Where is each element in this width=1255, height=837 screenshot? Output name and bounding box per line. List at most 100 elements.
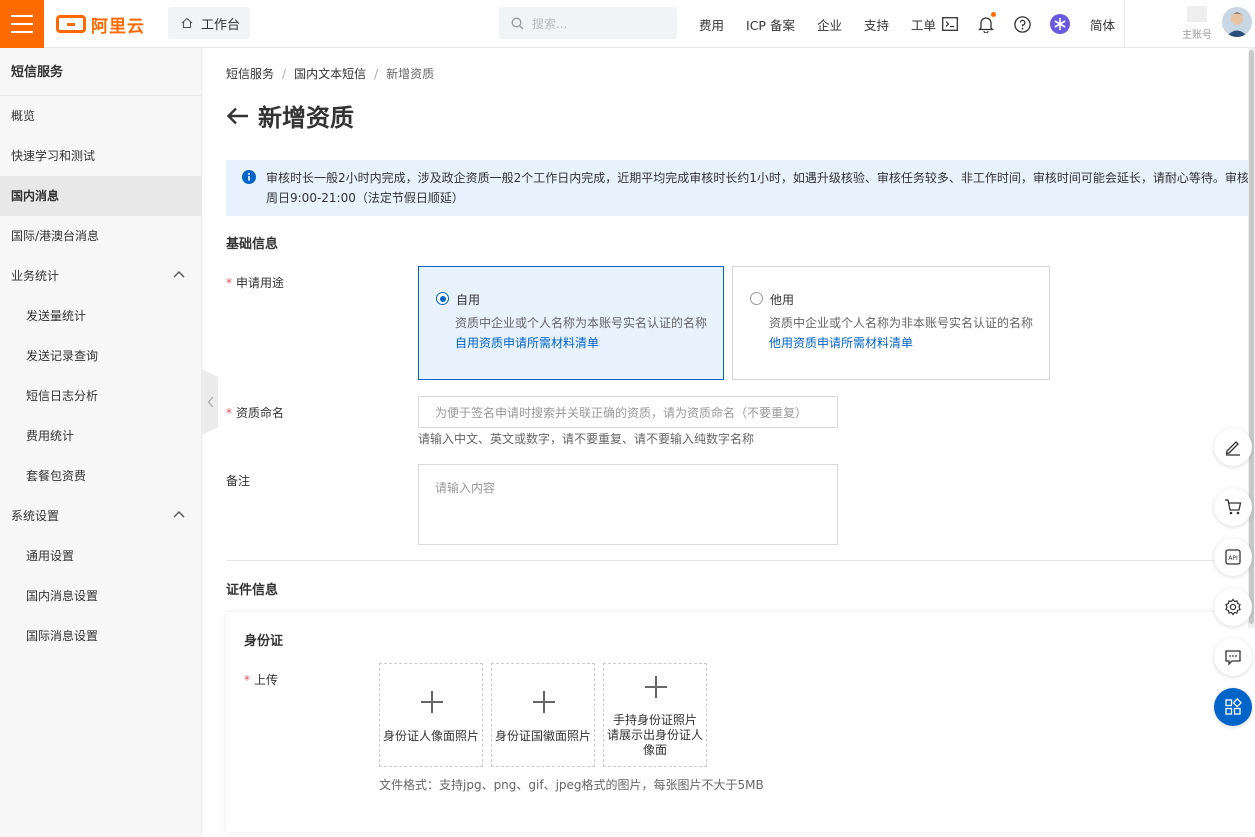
qualification-name-input[interactable]: 为便于签名申请时搜索并关联正确的资质，请为资质命名（不要重复）	[418, 396, 838, 428]
sidebar-item-general-settings[interactable]: 通用设置	[0, 536, 201, 576]
sidebar-item-log-analysis[interactable]: 短信日志分析	[0, 376, 201, 416]
name-label: * 资质命名	[226, 404, 284, 421]
workbench-label: 工作台	[201, 17, 241, 33]
breadcrumb-domestic-text[interactable]: 国内文本短信	[294, 65, 366, 82]
breadcrumb-separator: /	[374, 66, 379, 81]
language-switch[interactable]: 简体	[1090, 15, 1115, 34]
apps-icon[interactable]	[1214, 688, 1252, 726]
radio-other-use[interactable]	[750, 292, 763, 305]
other-use-materials-link[interactable]: 他用资质申请所需材料清单	[769, 334, 913, 351]
sidebar-item-international[interactable]: 国际/港澳台消息	[0, 216, 201, 256]
sidebar-item-domestic-settings[interactable]: 国内消息设置	[0, 576, 201, 616]
upload-id-back[interactable]: 身份证国徽面照片	[491, 663, 595, 767]
scrollbar-thumb[interactable]	[1249, 50, 1254, 624]
chat-icon[interactable]	[1214, 638, 1252, 676]
option-desc: 资质中企业或个人名称为非本账号实名认证的名称	[769, 316, 1034, 330]
search-input[interactable]: 搜索...	[499, 7, 677, 39]
remark-textarea[interactable]: 请输入内容	[418, 464, 838, 545]
edit-icon[interactable]	[1214, 428, 1252, 466]
section-title-cert: 证件信息	[226, 583, 279, 598]
info-notice: 审核时长一般2小时内完成，涉及政企资质一般2个工作日内完成，近期平均完成审核时长…	[226, 160, 1255, 216]
sidebar: 短信服务 概览 快速学习和测试 国内消息 国际/港澳台消息 业务统计 发送量统计…	[0, 48, 202, 837]
account-label[interactable]: 主账号	[1182, 26, 1212, 41]
bell-icon[interactable]	[976, 12, 996, 34]
workbench-button[interactable]: 工作台	[168, 7, 250, 39]
sidebar-item-label: 概览	[11, 109, 36, 123]
sidebar-item-label: 系统设置	[11, 509, 60, 523]
back-arrow-icon[interactable]	[226, 106, 250, 126]
nav-fee[interactable]: 费用	[699, 15, 724, 34]
cart-icon[interactable]	[1214, 488, 1252, 526]
section-title-basic: 基础信息	[226, 237, 279, 252]
gear-icon[interactable]	[1214, 588, 1252, 626]
api-icon[interactable]: API	[1214, 538, 1252, 576]
top-bar: 阿里云 工作台 搜索... 费用 ICP 备案 企业 支持 工单 简体 主账号	[0, 0, 1255, 48]
remark-placeholder: 请输入内容	[435, 481, 496, 495]
notification-dot	[991, 12, 996, 17]
section-divider	[226, 560, 1255, 561]
home-icon	[181, 17, 193, 29]
svg-text:API: API	[1228, 555, 1238, 562]
sidebar-item-quickstart[interactable]: 快速学习和测试	[0, 136, 201, 176]
terminal-icon[interactable]	[940, 14, 960, 34]
upload-caption: 身份证人像面照片	[382, 729, 479, 743]
breadcrumb-separator: /	[282, 66, 287, 81]
divider	[1124, 0, 1125, 48]
scrollbar[interactable]	[1248, 48, 1255, 628]
avatar[interactable]	[1222, 7, 1252, 37]
help-icon[interactable]	[1012, 14, 1032, 34]
chevron-up-icon	[173, 511, 185, 518]
self-use-materials-link[interactable]: 自用资质申请所需材料清单	[455, 334, 599, 351]
nav-icp[interactable]: ICP 备案	[746, 15, 795, 34]
sidebar-item-label: 发送量统计	[26, 309, 87, 323]
sidebar-item-label: 通用设置	[26, 549, 75, 563]
sidebar-group-statistics[interactable]: 业务统计	[0, 256, 201, 296]
sidebar-item-label: 套餐包资费	[26, 469, 87, 483]
logo-text: 阿里云	[91, 16, 145, 37]
sidebar-item-cost-stats[interactable]: 费用统计	[0, 416, 201, 456]
nav-ticket[interactable]: 工单	[911, 15, 936, 34]
sidebar-item-label: 费用统计	[26, 429, 75, 443]
option-title: 他用	[770, 293, 795, 307]
upload-label-text: 上传	[254, 673, 279, 687]
sidebar-item-send-volume[interactable]: 发送量统计	[0, 296, 201, 336]
nav-support[interactable]: 支持	[864, 15, 889, 34]
notice-text: 审核时长一般2小时内完成，涉及政企资质一般2个工作日内完成，近期平均完成审核时长…	[266, 168, 1255, 208]
upload-id-front[interactable]: 身份证人像面照片	[379, 663, 483, 767]
option-title: 自用	[456, 293, 481, 307]
notice-line: 周日9:00-21:00（法定节假日顺延）	[266, 191, 464, 205]
upload-format-hint: 文件格式：支持jpg、png、gif、jpeg格式的图片，每张图片不大于5MB	[379, 778, 764, 792]
required-mark: *	[244, 673, 250, 687]
upload-caption-line: 请展示出身份证人	[606, 728, 703, 742]
breadcrumb: 短信服务 / 国内文本短信 / 新增资质	[226, 65, 434, 82]
option-card-self-use[interactable]: 自用 资质中企业或个人名称为本账号实名认证的名称 自用资质申请所需材料清单	[418, 266, 724, 380]
nav-enterprise[interactable]: 企业	[817, 15, 842, 34]
sidebar-title: 短信服务	[0, 48, 201, 96]
menu-icon[interactable]	[0, 0, 44, 48]
upload-caption-line: 手持身份证照片	[612, 713, 697, 727]
required-mark: *	[226, 276, 232, 290]
breadcrumb-sms[interactable]: 短信服务	[226, 65, 274, 82]
upload-caption-line: 像面	[642, 743, 667, 757]
sidebar-item-overview[interactable]: 概览	[0, 96, 201, 136]
option-card-other-use[interactable]: 他用 资质中企业或个人名称为非本账号实名认证的名称 他用资质申请所需材料清单	[732, 266, 1050, 380]
plus-icon	[421, 691, 443, 713]
aliyun-logo[interactable]: 阿里云	[56, 13, 145, 37]
sidebar-item-package-pricing[interactable]: 套餐包资费	[0, 456, 201, 496]
notice-line: 审核时长一般2小时内完成，涉及政企资质一般2个工作日内完成，近期平均完成审核时长…	[266, 171, 1249, 185]
required-mark: *	[226, 406, 232, 420]
ai-assistant-icon[interactable]	[1050, 14, 1070, 34]
sidebar-item-label: 短信日志分析	[26, 389, 99, 403]
sidebar-item-label: 发送记录查询	[26, 349, 99, 363]
sidebar-item-label: 国内消息	[11, 189, 60, 203]
radio-self-use[interactable]	[436, 292, 449, 305]
sidebar-item-intl-settings[interactable]: 国际消息设置	[0, 616, 201, 656]
upload-id-handheld[interactable]: 手持身份证照片 请展示出身份证人 像面	[603, 663, 707, 767]
plus-icon	[533, 691, 555, 713]
upload-caption: 手持身份证照片 请展示出身份证人 像面	[604, 713, 706, 758]
sidebar-group-settings[interactable]: 系统设置	[0, 496, 201, 536]
purpose-label-text: 申请用途	[236, 276, 285, 290]
sidebar-item-send-records[interactable]: 发送记录查询	[0, 336, 201, 376]
page-title: 新增资质	[258, 104, 354, 132]
sidebar-item-domestic[interactable]: 国内消息	[0, 176, 201, 216]
